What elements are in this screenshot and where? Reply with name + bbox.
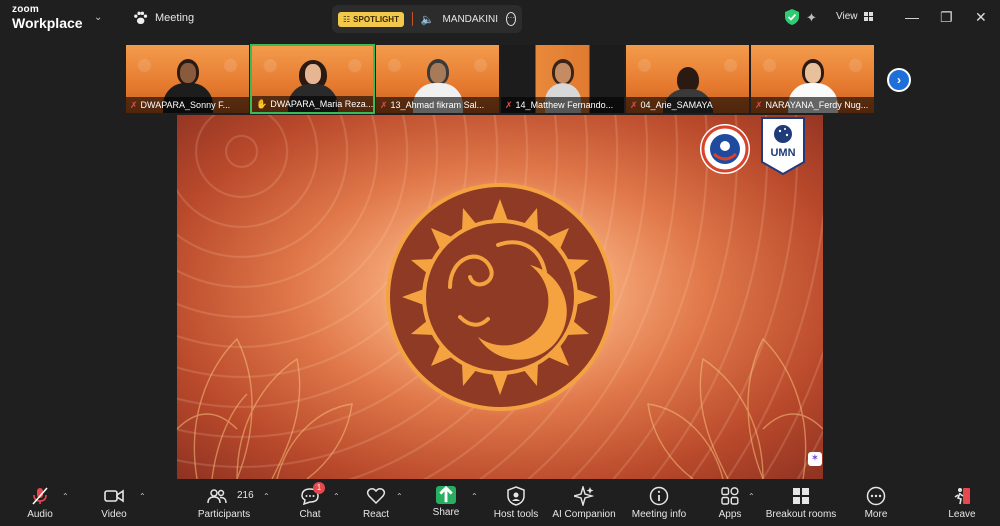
share-screen-icon	[436, 485, 456, 504]
meeting-info-button[interactable]: Meeting info	[628, 486, 690, 524]
participant-tile[interactable]: ✗ 14_Matthew Fernando...	[500, 44, 625, 114]
participants-caret-icon[interactable]: ⌃	[263, 492, 270, 501]
leave-label: Leave	[948, 509, 976, 520]
chevron-down-icon[interactable]: ⌄	[94, 12, 102, 23]
video-label: Video	[101, 509, 127, 520]
tile-label: ✗ 04_Arie_SAMAYA	[626, 97, 749, 113]
share-caret-icon[interactable]: ⌃	[471, 492, 478, 501]
info-icon	[649, 486, 669, 506]
participant-tile[interactable]: ✗ DWAPARA_Sonny F...	[125, 44, 250, 114]
audio-label: Audio	[27, 509, 53, 520]
breakout-rooms-label: Breakout rooms	[765, 509, 837, 520]
tile-label: ✗ 13_Ahmad fikram Sal...	[376, 97, 499, 113]
umn-logo: UMN	[760, 116, 806, 176]
breakout-rooms-icon	[793, 488, 809, 504]
ai-companion-label: AI Companion	[552, 509, 616, 520]
participants-icon	[207, 489, 227, 504]
participant-tile[interactable]: ✗ 13_Ahmad fikram Sal...	[375, 44, 500, 114]
lotus-right-graphic	[647, 337, 823, 479]
mic-muted-icon: ✗	[630, 99, 638, 110]
more-options-icon[interactable]: ···	[506, 12, 516, 26]
close-icon[interactable]: ✕	[975, 9, 987, 26]
more-icon	[866, 486, 886, 506]
react-label: React	[362, 509, 390, 520]
mic-muted-icon: ✗	[380, 99, 388, 110]
video-caret-icon[interactable]: ⌃	[139, 492, 146, 501]
host-tools-button[interactable]: Host tools	[490, 486, 542, 524]
participant-tile[interactable]: ✗ NARAYANA_Ferdy Nug...	[750, 44, 875, 114]
participant-tile[interactable]: ✗ 04_Arie_SAMAYA	[625, 44, 750, 114]
participants-label: Participants	[197, 509, 251, 520]
apps-icon	[721, 487, 739, 505]
spotlight-badge-label: SPOTLIGHT	[353, 14, 399, 24]
meeting-tab-label: Meeting	[155, 12, 195, 24]
umn-logo-text: UMN	[770, 147, 795, 159]
chevron-right-icon: ›	[897, 73, 901, 87]
leave-button[interactable]: Leave	[944, 486, 980, 524]
chat-caret-icon[interactable]: ⌃	[333, 492, 340, 501]
more-button[interactable]: More	[858, 486, 894, 524]
minimize-icon[interactable]: —	[905, 9, 919, 25]
organization-logo	[700, 124, 750, 174]
meeting-tab[interactable]: Meeting	[133, 11, 194, 25]
tile-label: ✋ DWAPARA_Maria Reza...	[252, 96, 373, 112]
lotus-left-graphic	[177, 337, 353, 479]
sparkle-icon[interactable]: ✦	[806, 10, 817, 26]
tile-label: ✗ NARAYANA_Ferdy Nug...	[751, 97, 874, 113]
breakout-rooms-button[interactable]: Breakout rooms	[764, 486, 838, 524]
spotlight-name: MANDAKINI	[442, 13, 498, 25]
react-caret-icon[interactable]: ⌃	[396, 492, 403, 501]
mic-muted-icon: ✗	[755, 99, 763, 110]
share-button[interactable]: Share	[428, 485, 464, 524]
more-label: More	[864, 509, 888, 520]
apps-label: Apps	[718, 509, 742, 520]
mic-muted-icon: ✗	[130, 99, 138, 110]
zoom-logo: zoom Workplace	[12, 4, 83, 31]
ai-sparkle-icon	[574, 486, 594, 506]
participant-strip: ✗ DWAPARA_Sonny F... ✋ DWAPARA_Maria Reza.…	[125, 44, 877, 114]
mic-muted-icon: ✗	[505, 99, 513, 110]
microphone-muted-icon	[32, 487, 48, 505]
brand-line2: Workplace	[12, 15, 83, 31]
paw-icon	[134, 11, 148, 24]
spotlight-icon: ☷	[343, 14, 351, 24]
brand-line1: zoom	[12, 4, 39, 15]
chat-label: Chat	[299, 509, 321, 520]
apps-button[interactable]: Apps	[712, 486, 748, 524]
meeting-info-label: Meeting info	[631, 509, 687, 520]
participant-tile-active[interactable]: ✋ DWAPARA_Maria Reza...	[250, 44, 375, 114]
restore-icon[interactable]: ❐	[940, 9, 953, 26]
spotlight-avatar	[411, 12, 413, 26]
next-page-button[interactable]: ›	[887, 68, 911, 92]
title-bar: zoom Workplace ⌄ Meeting ☷ SPOTLIGHT 🔈 M…	[0, 0, 1000, 38]
hand-icon: ✋	[256, 98, 268, 109]
speaker-icon: 🔈	[420, 13, 435, 26]
video-camera-icon	[104, 489, 124, 503]
react-button[interactable]: React	[358, 486, 394, 524]
video-button[interactable]: Video	[94, 486, 134, 524]
security-shield-icon[interactable]	[785, 9, 799, 25]
spotlight-badge[interactable]: ☷ SPOTLIGHT	[338, 11, 404, 27]
view-button[interactable]: View	[836, 11, 873, 22]
share-label: Share	[432, 507, 460, 518]
tile-label: ✗ DWAPARA_Sonny F...	[126, 97, 249, 113]
sun-moon-emblem	[381, 178, 619, 416]
chat-unread-badge: 1	[313, 482, 325, 494]
host-shield-icon	[507, 486, 525, 506]
audio-button[interactable]: Audio	[20, 486, 60, 524]
tile-label: ✗ 14_Matthew Fernando...	[501, 97, 624, 113]
ai-companion-button[interactable]: AI Companion	[552, 486, 616, 524]
audio-caret-icon[interactable]: ⌃	[62, 492, 69, 501]
host-tools-label: Host tools	[493, 509, 539, 520]
spotlight-bar[interactable]: ☷ SPOTLIGHT 🔈 MANDAKINI ···	[332, 5, 522, 33]
leave-icon	[954, 488, 970, 505]
annotation-icon[interactable]: ✶	[808, 452, 822, 466]
heart-icon	[366, 488, 386, 505]
participants-count: 216	[237, 490, 254, 501]
meeting-toolbar: Audio ⌃ Video ⌃ Participants 216 ⌃ Chat …	[0, 482, 1000, 526]
grid-icon	[863, 12, 873, 21]
apps-caret-icon[interactable]: ⌃	[748, 492, 755, 501]
view-label: View	[836, 11, 858, 22]
